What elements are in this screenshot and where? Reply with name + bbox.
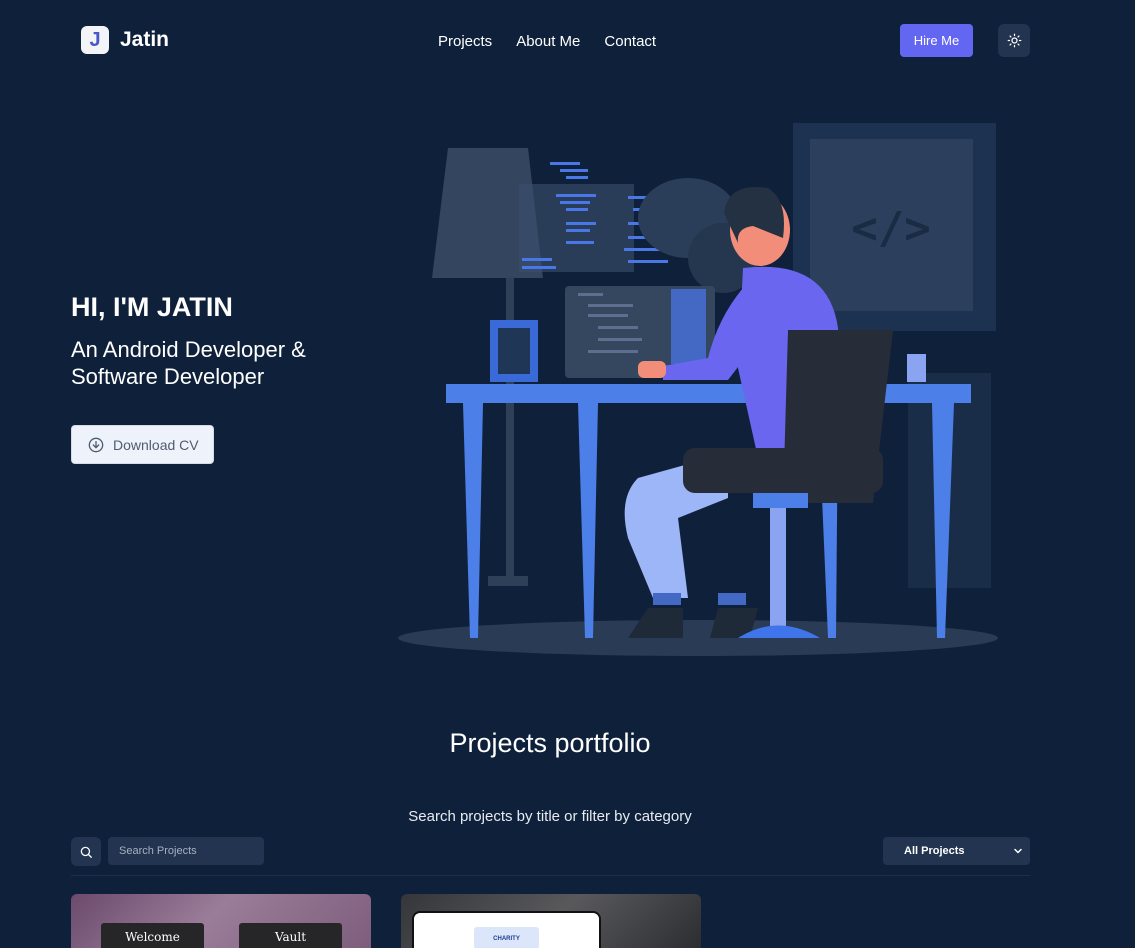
category-filter-select[interactable]: All Projects — [883, 837, 1030, 865]
chair-seat — [683, 448, 883, 493]
logo-name[interactable]: Jatin — [120, 28, 169, 52]
lamp-base — [488, 576, 528, 586]
nav-link-about[interactable]: About Me — [516, 33, 580, 50]
main-nav: Projects About Me Contact — [438, 33, 656, 50]
sun-icon — [1007, 33, 1021, 48]
search-button[interactable] — [71, 837, 101, 866]
desk-top — [446, 384, 971, 403]
site-header: J Jatin Projects About Me Contact Hire M… — [0, 0, 1135, 82]
nav-link-projects[interactable]: Projects — [438, 33, 492, 50]
laptop-screenshot: CHARITY — [412, 911, 601, 948]
theme-toggle-button[interactable] — [998, 24, 1030, 57]
cup — [907, 354, 926, 382]
phone-screenshot: Welcome — [101, 923, 204, 948]
chevron-down-icon — [1014, 848, 1022, 854]
phone-screen-text: Welcome — [125, 930, 180, 944]
section-subtitle: Search projects by title or filter by ca… — [408, 808, 692, 825]
download-circle-icon — [88, 437, 104, 452]
nav-link-contact[interactable]: Contact — [604, 33, 656, 50]
developer-illustration: </> — [398, 123, 998, 656]
filter-selected-label: All Projects — [904, 845, 965, 857]
section-title: Projects portfolio — [449, 728, 651, 758]
code-symbol-text: </> — [851, 203, 930, 254]
hero-role: An Android Developer & Software Develope… — [71, 337, 306, 389]
download-cv-label: Download CV — [113, 436, 199, 453]
hero-greeting: HI, I'M JATIN — [71, 292, 233, 322]
phone-screen-text: Vault — [274, 930, 307, 944]
divider — [71, 875, 1030, 876]
download-cv-button[interactable]: Download CV — [71, 425, 214, 464]
project-card[interactable]: CHARITY — [401, 894, 701, 948]
logo-letter: J — [89, 29, 101, 51]
logo-badge[interactable]: J — [81, 26, 109, 54]
hire-me-button[interactable]: Hire Me — [900, 24, 973, 57]
laptop-screen-text: CHARITY — [493, 936, 520, 942]
search-projects-input[interactable] — [108, 837, 264, 865]
floor-shadow — [398, 620, 998, 656]
search-icon — [80, 846, 92, 858]
project-card[interactable]: Welcome Vault — [71, 894, 371, 948]
phone-screenshot: Vault — [239, 923, 342, 948]
